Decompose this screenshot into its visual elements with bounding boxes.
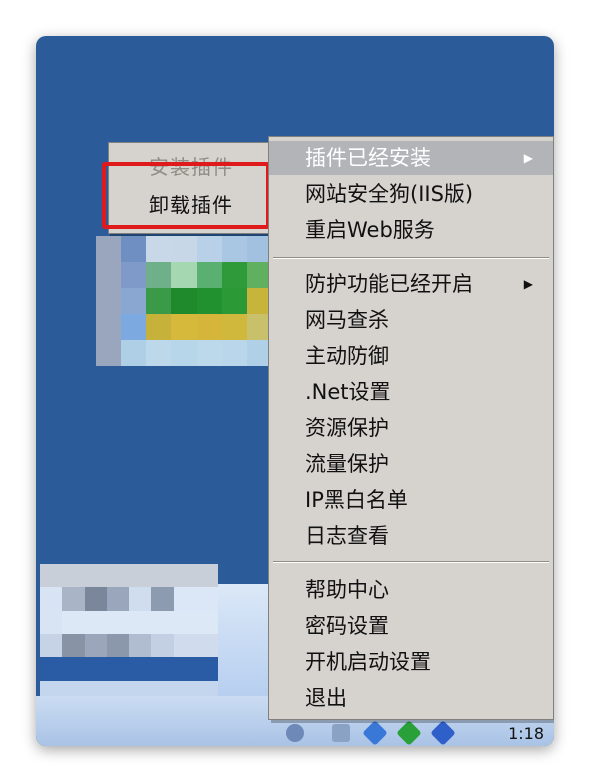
menu-separator — [273, 561, 549, 563]
red-highlight-annotation — [102, 162, 270, 229]
menu-item-safedog-iis[interactable]: 网站安全狗(IIS版) — [269, 177, 553, 211]
menu-item-trojan-scan[interactable]: 网马查杀 — [269, 303, 553, 337]
menu-item-startup-settings[interactable]: 开机启动设置 — [269, 645, 553, 679]
submenu-arrow-icon: ▶ — [523, 277, 533, 291]
menu-item-view-logs[interactable]: 日志查看 — [269, 519, 553, 553]
screenshot-frame: 1:18 安装插件 卸载插件 插件已经安装 ▶ 网站安全狗(IIS版) 重启We… — [36, 36, 554, 746]
menu-item-help-center[interactable]: 帮助中心 — [269, 573, 553, 607]
menu-item-restart-web[interactable]: 重启Web服务 — [269, 213, 553, 247]
tray-context-menu: 插件已经安装 ▶ 网站安全狗(IIS版) 重启Web服务 防护功能已经开启 ▶ … — [268, 136, 554, 720]
menu-item-label: 防护功能已经开启 — [305, 272, 473, 296]
tray-clock[interactable]: 1:18 — [508, 724, 544, 743]
menu-item-resource-protection[interactable]: 资源保护 — [269, 411, 553, 445]
tray-globe-icon[interactable] — [286, 724, 304, 742]
menu-item-traffic-protection[interactable]: 流量保护 — [269, 447, 553, 481]
menu-item-net-settings[interactable]: .Net设置 — [269, 375, 553, 409]
pixelated-desktop-region — [96, 236, 272, 366]
menu-item-exit[interactable]: 退出 — [269, 681, 553, 715]
menu-item-password-settings[interactable]: 密码设置 — [269, 609, 553, 643]
menu-item-active-defense[interactable]: 主动防御 — [269, 339, 553, 373]
pixelated-taskbar-region — [40, 564, 218, 704]
menu-item-plugin-installed[interactable]: 插件已经安装 ▶ — [269, 141, 553, 175]
submenu-arrow-icon: ▶ — [523, 151, 533, 165]
menu-separator — [273, 257, 549, 259]
menu-item-protection-on[interactable]: 防护功能已经开启 ▶ — [269, 267, 553, 301]
menu-item-ip-list[interactable]: IP黑白名单 — [269, 483, 553, 517]
menu-item-label: 插件已经安装 — [305, 146, 431, 170]
tray-shield-icon[interactable] — [332, 724, 350, 742]
